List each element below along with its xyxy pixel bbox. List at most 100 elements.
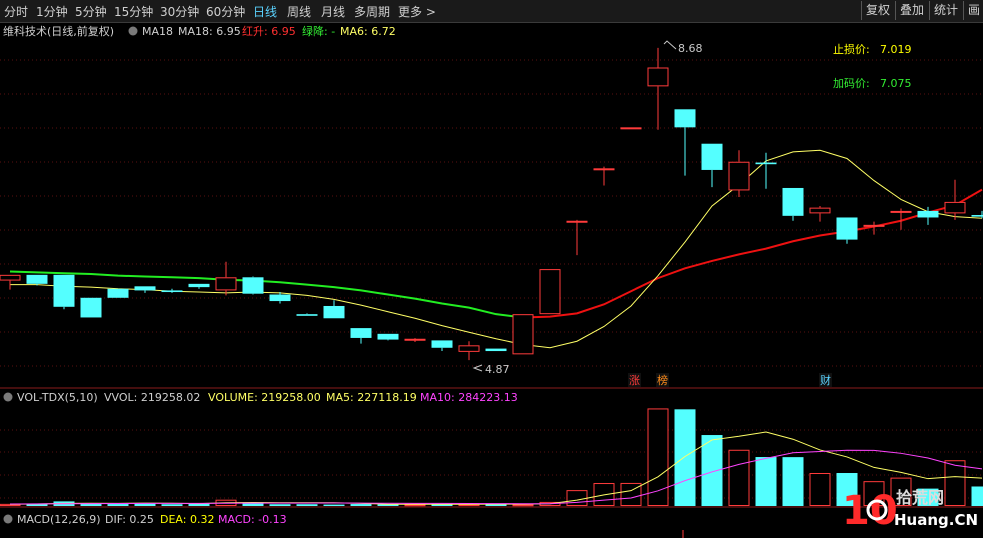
macd-value: MACD: -0.13 bbox=[218, 513, 287, 526]
candle bbox=[728, 150, 750, 197]
event-mark-cai[interactable]: 财 bbox=[819, 373, 832, 387]
candle bbox=[701, 143, 723, 188]
candle-body bbox=[485, 348, 507, 352]
candle-body bbox=[566, 220, 588, 223]
candle bbox=[188, 283, 210, 289]
period-tab-daily[interactable]: 日线 bbox=[253, 3, 277, 20]
period-tab-1min[interactable]: 1分钟 bbox=[36, 3, 68, 20]
candle bbox=[134, 286, 156, 293]
candle bbox=[323, 300, 345, 319]
candle-body bbox=[512, 314, 534, 355]
period-tab-15min[interactable]: 15分钟 bbox=[114, 3, 153, 20]
candle-body bbox=[863, 224, 885, 227]
kline-chart[interactable]: 维科技术(日线,前复权) MA18 MA18: 6.95 红升: 6.95 绿降… bbox=[0, 22, 983, 538]
candle bbox=[944, 179, 966, 220]
candle-body bbox=[80, 297, 102, 318]
candle bbox=[26, 274, 48, 286]
vol-menu-icon[interactable] bbox=[3, 392, 13, 402]
period-tab-monthly[interactable]: 月线 bbox=[321, 3, 345, 20]
volume-bar bbox=[161, 504, 183, 506]
candle bbox=[593, 166, 615, 186]
candle-body bbox=[188, 283, 210, 288]
period-tab-30min[interactable]: 30分钟 bbox=[160, 3, 199, 20]
candle bbox=[0, 274, 21, 290]
volume-bar bbox=[782, 457, 804, 506]
stats-button[interactable]: 统计 bbox=[929, 1, 962, 20]
vol-ma5-value: MA5: 227118.19 bbox=[326, 391, 417, 404]
candle bbox=[431, 340, 453, 352]
indicator-menu-icon[interactable] bbox=[128, 26, 138, 36]
period-tab-more[interactable]: 更多 > bbox=[398, 3, 436, 20]
vol-ma10-value: MA10: 284223.13 bbox=[420, 391, 518, 404]
volume-bar bbox=[809, 473, 831, 507]
svg-text:涨: 涨 bbox=[629, 374, 640, 387]
vol-ma10-line bbox=[9, 449, 983, 505]
candle-body bbox=[431, 340, 453, 348]
candle-body bbox=[134, 286, 156, 291]
candle-body bbox=[161, 290, 183, 293]
ma6-value: MA6: 6.72 bbox=[340, 25, 396, 38]
volume-bar bbox=[107, 504, 129, 506]
period-tab-timeshare[interactable]: 分时 bbox=[4, 3, 28, 20]
candle bbox=[350, 328, 372, 344]
event-mark-bang[interactable]: 榜 bbox=[656, 373, 669, 387]
volume-bar bbox=[323, 504, 345, 506]
candle bbox=[53, 274, 75, 310]
period-tab-60min[interactable]: 60分钟 bbox=[206, 3, 245, 20]
grid-lines bbox=[0, 59, 983, 499]
svg-text:4.87: 4.87 bbox=[485, 363, 510, 376]
stop-loss-value: 7.019 bbox=[880, 43, 912, 56]
candle bbox=[512, 314, 534, 355]
period-tab-5min[interactable]: 5分钟 bbox=[75, 3, 107, 20]
candle bbox=[242, 276, 264, 295]
macd-dea-value: DEA: 0.32 bbox=[160, 513, 214, 526]
candle-body bbox=[404, 338, 426, 341]
period-tab-weekly[interactable]: 周线 bbox=[287, 3, 311, 20]
candle-body bbox=[674, 109, 696, 128]
overlay-button[interactable]: 叠加 bbox=[895, 1, 928, 20]
period-tab-multi[interactable]: 多周期 bbox=[354, 3, 390, 20]
candle bbox=[215, 261, 237, 296]
candle-body bbox=[944, 201, 966, 214]
watermark-number: 10 bbox=[842, 488, 898, 534]
candle-body bbox=[0, 274, 21, 281]
volume-bar bbox=[296, 504, 318, 506]
volume-bar bbox=[350, 504, 372, 506]
candle-body bbox=[620, 127, 642, 130]
candle-body bbox=[728, 161, 750, 191]
period-toolbar: 分时 1分钟 5分钟 15分钟 30分钟 60分钟 日线 周线 月线 多周期 更… bbox=[0, 0, 983, 23]
candle bbox=[809, 206, 831, 222]
volume-bar bbox=[512, 504, 534, 507]
volume-bar bbox=[755, 457, 777, 506]
candle bbox=[485, 348, 507, 352]
volume-value: VOLUME: 219258.00 bbox=[208, 391, 321, 404]
add-position-label: 加码价: bbox=[833, 77, 870, 90]
volume-bar bbox=[728, 449, 750, 507]
adjust-button[interactable]: 复权 bbox=[861, 1, 894, 20]
svg-text:8.68: 8.68 bbox=[678, 42, 703, 55]
macd-menu-icon[interactable] bbox=[3, 514, 13, 524]
volume-bar bbox=[404, 504, 426, 507]
draw-button[interactable]: 画 bbox=[963, 1, 983, 20]
event-mark-zhang[interactable]: 涨 bbox=[628, 373, 641, 387]
candle bbox=[836, 217, 858, 244]
candle bbox=[782, 187, 804, 221]
site-watermark: 10 拾荒网 Huang.CN bbox=[842, 488, 978, 534]
candle bbox=[107, 288, 129, 298]
candle bbox=[971, 210, 983, 219]
candle-body bbox=[890, 210, 912, 213]
volume-bar bbox=[269, 504, 291, 506]
low-price-marker: 4.87 bbox=[472, 363, 510, 376]
candle-body bbox=[296, 314, 318, 316]
volume-bar bbox=[674, 409, 696, 506]
ma18-value: MA18: 6.95 bbox=[178, 25, 241, 38]
ma6-segment bbox=[10, 149, 983, 349]
vvol-value: VVOL: 219258.02 bbox=[104, 391, 200, 404]
macd-title: MACD(12,26,9) bbox=[17, 513, 101, 526]
vol-title: VOL-TDX(5,10) bbox=[17, 391, 98, 404]
watermark-cn: 拾荒网 bbox=[896, 488, 944, 507]
candle-body bbox=[242, 277, 264, 294]
candle-body bbox=[269, 294, 291, 302]
candle bbox=[161, 288, 183, 293]
volume-bar bbox=[566, 490, 588, 506]
